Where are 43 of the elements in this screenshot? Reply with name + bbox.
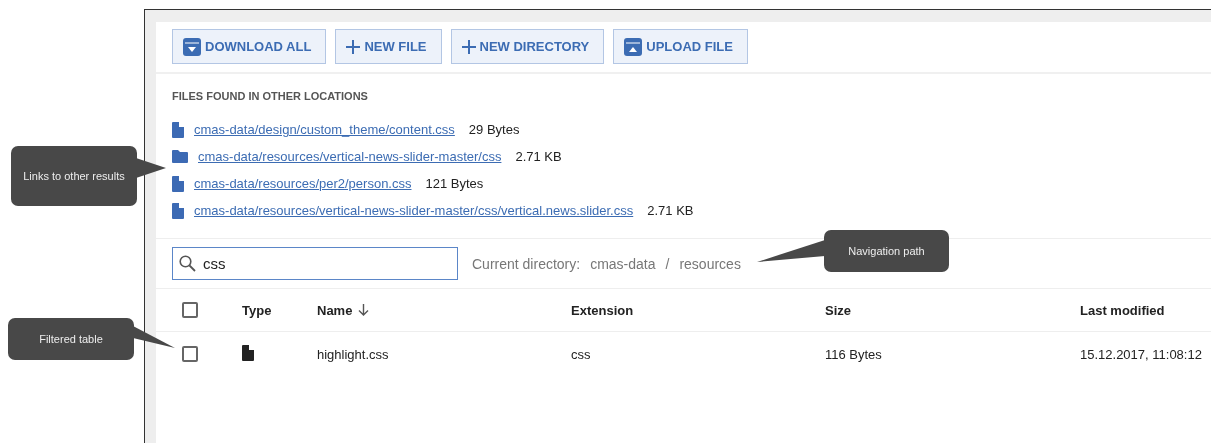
column-header[interactable]: Extension: [571, 302, 825, 318]
checkbox[interactable]: [182, 346, 198, 362]
callout-pointer: [136, 158, 166, 178]
breadcrumb-item[interactable]: resources: [679, 255, 741, 272]
file-link[interactable]: cmas-data/resources/per2/person.css: [194, 176, 412, 191]
file-icon: [172, 202, 184, 219]
callout: Links to other results: [11, 146, 137, 206]
toolbar-button[interactable]: DOWNLOAD ALL: [172, 29, 327, 64]
upload-icon: [624, 37, 643, 56]
callout-pointer: [133, 326, 175, 350]
column-header[interactable]: Last modified: [1080, 302, 1211, 318]
search-icon: [179, 255, 196, 272]
column-header[interactable]: Type: [242, 302, 317, 318]
table-cell-text: 15.12.2017, 11:08:12: [1080, 346, 1203, 362]
file-icon: [172, 121, 184, 138]
toolbar-button[interactable]: UPLOAD FILE: [613, 29, 748, 64]
download-icon: [183, 37, 201, 56]
table-cell-text: css: [571, 346, 592, 362]
table-cell-text: highlight.css: [317, 346, 390, 362]
table-cell-text: 116 Bytes: [825, 346, 883, 362]
breadcrumb-item[interactable]: cmas-data: [590, 255, 656, 272]
file-icon: [172, 175, 184, 192]
search-field[interactable]: css: [172, 247, 458, 280]
breadcrumb-label: Current directory:: [472, 255, 581, 272]
file-icon: [242, 344, 254, 361]
file-link[interactable]: cmas-data/resources/vertical-news-slider-master/css/vertical.news.slider.css: [194, 203, 634, 218]
file-link[interactable]: cmas-data/design/custom_theme/content.css: [194, 122, 455, 137]
breadcrumb-separator: /: [665, 255, 670, 272]
file-size: 2.71 KB: [515, 149, 562, 164]
section-heading: FILES FOUND IN OTHER LOCATIONS: [172, 90, 369, 102]
column-header[interactable]: Name: [317, 302, 571, 318]
toolbar-button[interactable]: NEW FILE: [335, 29, 442, 64]
checkbox[interactable]: [182, 302, 198, 318]
plus-icon: [461, 39, 476, 54]
file-size: 121 Bytes: [425, 176, 484, 191]
column-header[interactable]: Size: [825, 302, 1080, 318]
callout-pointer: [757, 240, 825, 264]
folder-icon: [172, 150, 188, 163]
toolbar-button[interactable]: NEW DIRECTORY: [450, 29, 605, 64]
file-size: 2.71 KB: [647, 203, 694, 218]
plus-icon: [346, 39, 361, 54]
file-link[interactable]: cmas-data/resources/vertical-news-slider-master/css: [198, 149, 502, 164]
file-size: 29 Bytes: [468, 122, 520, 137]
